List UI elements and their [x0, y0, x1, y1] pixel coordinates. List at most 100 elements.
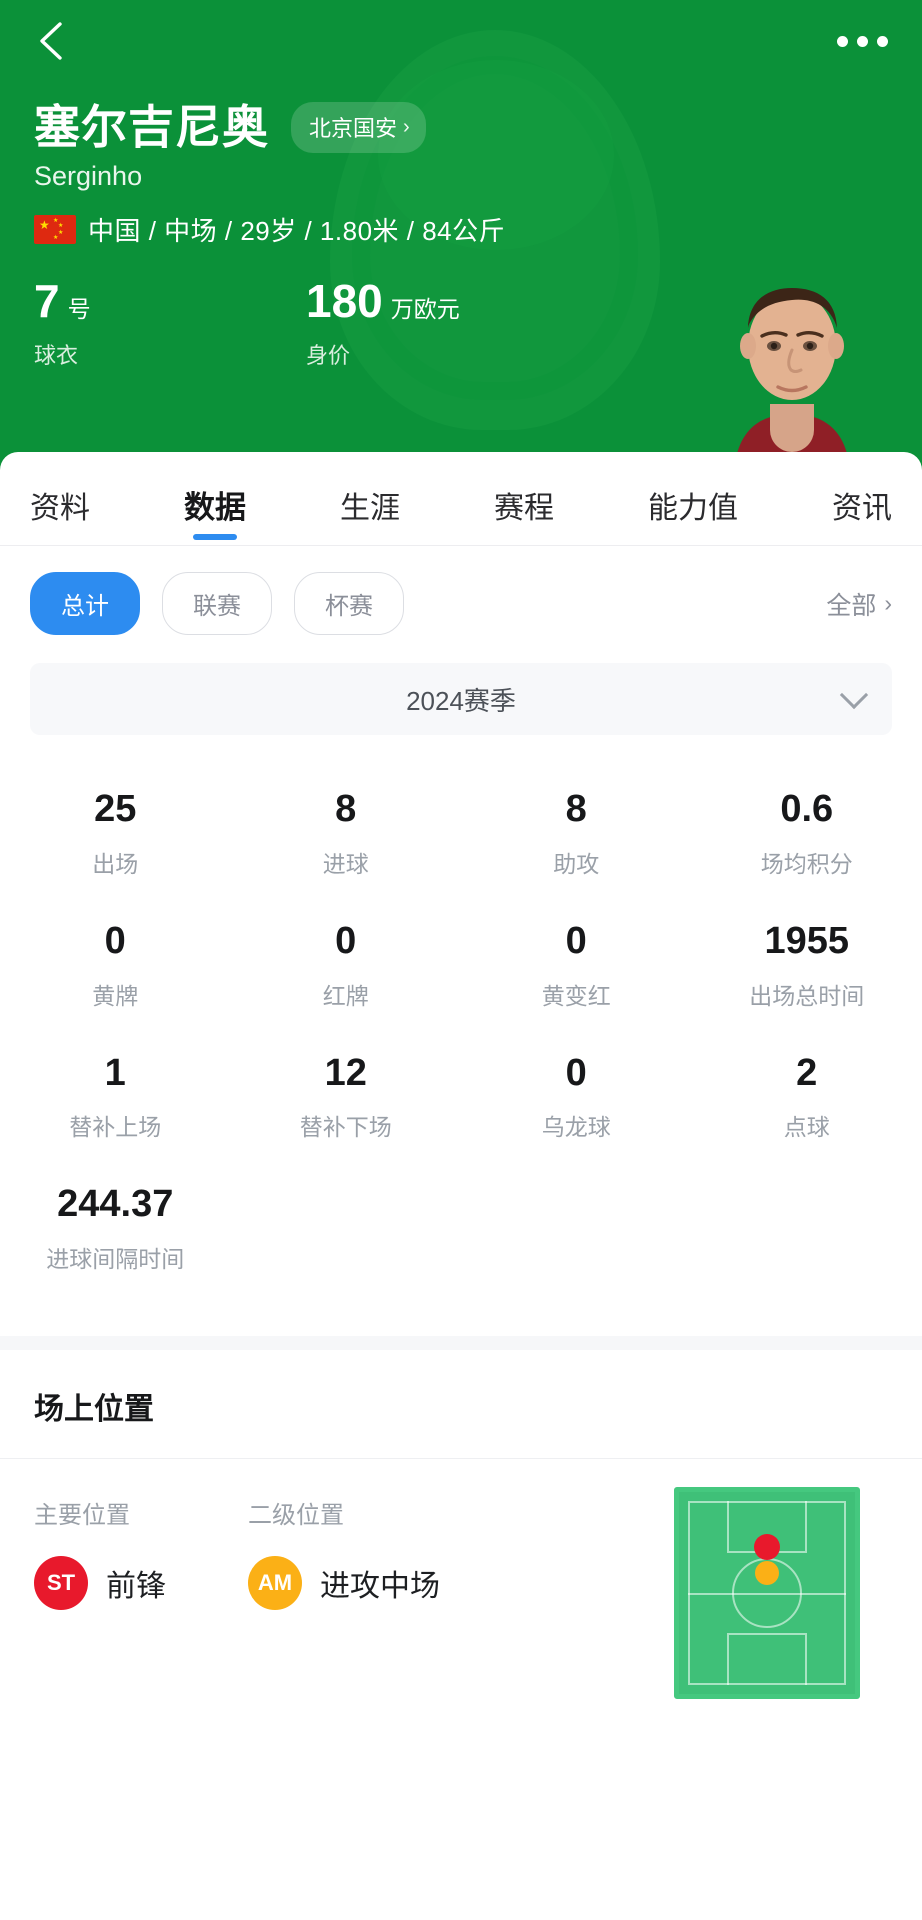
pitch-primary-position-dot	[754, 1533, 780, 1560]
more-dot	[877, 35, 888, 47]
tab-nenglizhi[interactable]: 能力值	[648, 483, 738, 545]
stat-cell: 12 替补下场	[231, 1035, 462, 1167]
stat-label: 进球间隔时间	[46, 1246, 185, 1273]
kpi-label: 身价	[306, 343, 351, 368]
stat-label: 黄牌	[92, 982, 139, 1009]
primary-position-column: 主要位置 ST 前锋	[34, 1495, 248, 1611]
team-chip-button[interactable]: 北京国安 ›	[291, 102, 426, 153]
tab-label: 资料	[30, 492, 90, 525]
flag-star: ★	[53, 235, 59, 241]
flag-star: ★	[58, 223, 64, 229]
stats-grid: 25 出场 8 进球 8 助攻 0.6 场均积分 0 黄牌 0 红牌 0 黄变红…	[0, 735, 922, 1304]
stat-label: 替补上场	[69, 1114, 162, 1141]
filter-pill-label: 总计	[61, 593, 109, 620]
stat-label: 场均积分	[760, 850, 853, 877]
view-all-label: 全部	[826, 591, 877, 620]
secondary-position-badge: AM	[248, 1556, 302, 1611]
stat-cell: 8 助攻	[461, 771, 692, 903]
tab-shuju[interactable]: 数据	[184, 482, 246, 545]
secondary-position-name: 进攻中场	[320, 1570, 440, 1604]
season-selector[interactable]: 2024赛季	[30, 663, 892, 735]
tab-label: 数据	[184, 490, 246, 525]
stat-cell: 0 红牌	[231, 903, 462, 1035]
stat-label: 乌龙球	[541, 1114, 611, 1141]
view-all-link[interactable]: 全部 ›	[826, 586, 892, 622]
stat-value: 8	[565, 788, 587, 830]
stat-cell: 244.37 进球间隔时间	[0, 1166, 231, 1298]
positions-section-title: 场上位置	[34, 1393, 154, 1427]
player-meta-text: 中国 / 中场 / 29岁 / 1.80米 / 84公斤	[88, 216, 506, 246]
stat-value: 0	[335, 919, 357, 962]
section-divider	[0, 1336, 922, 1351]
stat-label: 助攻	[553, 850, 600, 877]
stat-value: 0.6	[780, 788, 834, 830]
stat-value: 25	[94, 788, 137, 830]
filter-pill-total[interactable]: 总计	[30, 572, 140, 635]
stat-value: 0	[565, 919, 587, 962]
stat-cell: 0 乌龙球	[461, 1035, 692, 1167]
secondary-position-heading: 二级位置	[248, 1502, 344, 1530]
pitch-secondary-position-dot	[755, 1560, 779, 1585]
player-latin-name: Serginho	[34, 161, 143, 191]
player-meta-row: ★ ★ ★ ★ ★ 中国 / 中场 / 29岁 / 1.80米 / 84公斤	[34, 211, 888, 248]
stat-cell: 1955 出场总时间	[692, 903, 922, 1035]
tab-ziliao[interactable]: 资料	[30, 483, 90, 545]
chevron-left-icon	[40, 22, 62, 60]
filter-pill-league[interactable]: 联赛	[162, 572, 272, 635]
kpi-shirt-number: 7 号 球衣	[34, 278, 306, 370]
stat-cell-empty	[461, 1166, 692, 1298]
more-options-button[interactable]	[837, 35, 888, 47]
kpi-unit: 号	[67, 296, 91, 322]
player-name: 塞尔吉尼奥	[34, 101, 269, 154]
stat-label: 出场总时间	[749, 982, 865, 1009]
kpi-market-value: 180 万欧元 身价	[306, 278, 578, 370]
kpi-label: 球衣	[34, 343, 79, 368]
tab-saicheng[interactable]: 赛程	[494, 483, 554, 545]
stat-label: 进球	[322, 850, 369, 877]
tab-label: 生涯	[340, 492, 400, 525]
player-kpi-row: 7 号 球衣 180 万欧元 身价	[34, 278, 888, 370]
primary-position-code: ST	[46, 1570, 76, 1596]
tab-label: 资讯	[832, 492, 892, 525]
secondary-position-column: 二级位置 AM 进攻中场	[248, 1495, 440, 1611]
filter-pill-label: 杯赛	[325, 593, 373, 620]
back-button[interactable]	[34, 19, 68, 63]
stat-label: 红牌	[322, 982, 369, 1009]
primary-position-name: 前锋	[106, 1570, 166, 1604]
tab-zixun[interactable]: 资讯	[832, 483, 892, 545]
flag-star: ★	[58, 230, 64, 236]
player-name-row: 塞尔吉尼奥 北京国安 ›	[34, 102, 888, 153]
stat-value: 12	[324, 1051, 367, 1094]
stat-value: 0	[104, 919, 126, 962]
chevron-right-icon: ›	[884, 590, 892, 616]
stat-value: 1	[104, 1051, 126, 1094]
stat-value: 0	[565, 1051, 587, 1094]
filter-pill-cup[interactable]: 杯赛	[294, 572, 404, 635]
stat-label: 点球	[783, 1114, 830, 1141]
tab-label: 能力值	[648, 492, 738, 525]
player-hero-header: 塞尔吉尼奥 北京国安 › Serginho ★ ★ ★ ★ ★ 中国 / 中场 …	[0, 0, 922, 470]
pitch-diagram	[674, 1487, 860, 1700]
filter-pill-label: 联赛	[193, 593, 241, 620]
top-navigation-bar	[0, 0, 922, 82]
section-tabs: 资料 数据 生涯 赛程 能力值 资讯	[0, 452, 922, 546]
chevron-right-icon: ›	[403, 116, 410, 138]
stat-value: 8	[335, 788, 357, 830]
stat-cell: 0 黄变红	[461, 903, 692, 1035]
more-dot	[857, 35, 868, 47]
stat-cell: 8 进球	[231, 771, 462, 903]
kpi-value: 7	[34, 275, 60, 327]
player-profile-page: 塞尔吉尼奥 北京国安 › Serginho ★ ★ ★ ★ ★ 中国 / 中场 …	[0, 0, 922, 1920]
stat-cell-empty	[692, 1166, 922, 1298]
chevron-down-icon	[839, 680, 869, 710]
season-label: 2024赛季	[406, 685, 516, 716]
stat-value: 1955	[764, 919, 850, 962]
stat-label: 出场	[92, 850, 139, 877]
tab-shengya[interactable]: 生涯	[340, 483, 400, 545]
stat-label: 黄变红	[541, 982, 611, 1009]
flag-star: ★	[39, 218, 50, 232]
stat-cell: 0.6 场均积分	[692, 771, 922, 903]
stat-cell: 25 出场	[0, 771, 231, 903]
content-sheet: 资料 数据 生涯 赛程 能力值 资讯 总计 联赛 杯赛 全部 › 2024赛季 …	[0, 452, 922, 1700]
secondary-position-code: AM	[257, 1570, 293, 1596]
